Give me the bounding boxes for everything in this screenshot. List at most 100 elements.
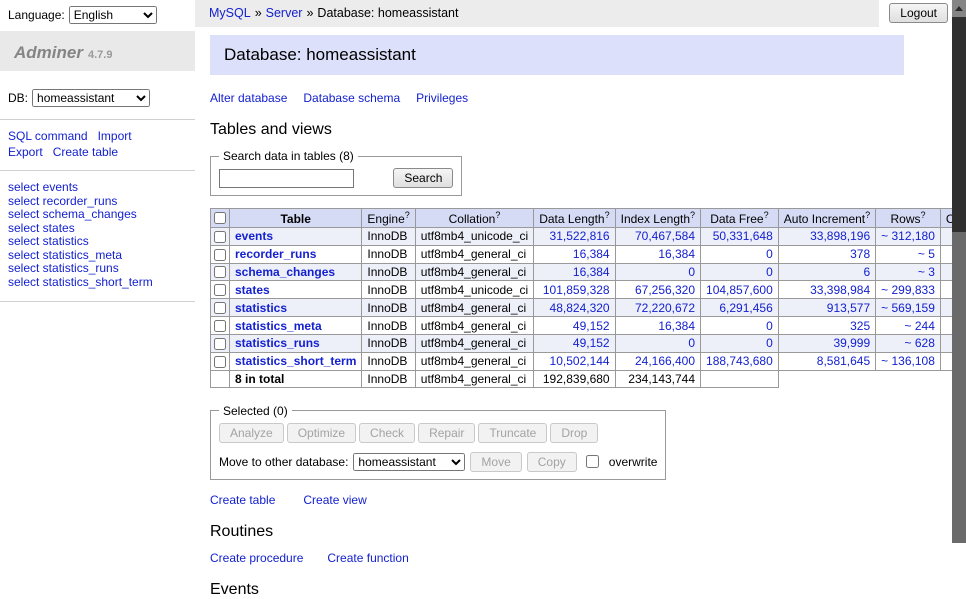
data-length-link[interactable]: 101,859,328 bbox=[543, 283, 610, 297]
table-name-link[interactable]: statistics_short_term bbox=[235, 354, 356, 368]
scrollbar-thumb[interactable] bbox=[952, 17, 966, 232]
table-name-link[interactable]: events bbox=[235, 229, 273, 243]
vertical-scrollbar[interactable] bbox=[952, 0, 966, 543]
row-checkbox[interactable] bbox=[214, 338, 226, 350]
data-length-link[interactable]: 10,502,144 bbox=[550, 354, 610, 368]
search-button[interactable]: Search bbox=[393, 168, 453, 188]
breadcrumb-mysql-link[interactable]: MySQL bbox=[209, 6, 251, 20]
sidebar-table-link[interactable]: select statistics_runs bbox=[8, 261, 119, 275]
sql-command-link[interactable]: SQL command bbox=[8, 129, 88, 143]
table-name-link[interactable]: statistics_runs bbox=[235, 336, 320, 350]
auto-increment-link[interactable]: 325 bbox=[850, 319, 870, 333]
export-link[interactable]: Export bbox=[8, 145, 43, 159]
help-link[interactable]: ? bbox=[921, 210, 926, 220]
repair-button[interactable]: Repair bbox=[418, 423, 475, 443]
index-length-link[interactable]: 70,467,584 bbox=[635, 229, 695, 243]
truncate-button[interactable]: Truncate bbox=[478, 423, 547, 443]
help-link[interactable]: ? bbox=[865, 210, 870, 220]
data-free-link[interactable]: 50,331,648 bbox=[713, 229, 773, 243]
index-length-link[interactable]: 67,256,320 bbox=[635, 283, 695, 297]
sidebar-table-link[interactable]: select schema_changes bbox=[8, 207, 137, 221]
help-link[interactable]: ? bbox=[495, 210, 500, 220]
rows-count-link[interactable]: ~ 299,833 bbox=[881, 283, 935, 297]
rows-count-link[interactable]: ~ 628 bbox=[905, 336, 935, 350]
row-checkbox[interactable] bbox=[214, 266, 226, 278]
check-button[interactable]: Check bbox=[359, 423, 415, 443]
copy-button[interactable]: Copy bbox=[527, 452, 577, 472]
table-name-link[interactable]: statistics_meta bbox=[235, 319, 322, 333]
rows-count-link[interactable]: ~ 136,108 bbox=[881, 354, 935, 368]
auto-increment-link[interactable]: 378 bbox=[850, 247, 870, 261]
alter-database-link[interactable]: Alter database bbox=[210, 91, 287, 105]
data-free-link[interactable]: 6,291,456 bbox=[719, 301, 772, 315]
index-length-link[interactable]: 0 bbox=[688, 265, 695, 279]
database-schema-link[interactable]: Database schema bbox=[303, 91, 400, 105]
language-select[interactable]: English bbox=[69, 6, 157, 24]
auto-increment-link[interactable]: 33,898,196 bbox=[810, 229, 870, 243]
table-name-link[interactable]: recorder_runs bbox=[235, 247, 316, 261]
create-table-link-sidebar[interactable]: Create table bbox=[53, 145, 118, 159]
auto-increment-link[interactable]: 8,581,645 bbox=[817, 354, 870, 368]
create-procedure-link[interactable]: Create procedure bbox=[210, 551, 303, 565]
data-free-link[interactable]: 0 bbox=[766, 247, 773, 261]
auto-increment-link[interactable]: 33,398,984 bbox=[810, 283, 870, 297]
overwrite-checkbox[interactable] bbox=[586, 455, 599, 468]
rows-count-link[interactable]: ~ 569,159 bbox=[881, 301, 935, 315]
help-link[interactable]: ? bbox=[690, 210, 695, 220]
data-free-link[interactable]: 0 bbox=[766, 336, 773, 350]
table-name-link[interactable]: states bbox=[235, 283, 270, 297]
rows-count-link[interactable]: ~ 3 bbox=[918, 265, 935, 279]
row-checkbox[interactable] bbox=[214, 249, 226, 261]
import-link[interactable]: Import bbox=[98, 129, 132, 143]
rows-count-link[interactable]: ~ 312,180 bbox=[881, 229, 935, 243]
logout-button[interactable]: Logout bbox=[889, 3, 948, 23]
data-free-link[interactable]: 0 bbox=[766, 319, 773, 333]
table-name-link[interactable]: statistics bbox=[235, 301, 287, 315]
help-link[interactable]: ? bbox=[764, 210, 769, 220]
scrollbar-up-button[interactable] bbox=[952, 0, 966, 17]
auto-increment-link[interactable]: 39,999 bbox=[833, 336, 870, 350]
move-database-select[interactable]: homeassistant bbox=[353, 453, 465, 471]
analyze-button[interactable]: Analyze bbox=[219, 423, 284, 443]
sidebar-table-link[interactable]: select statistics bbox=[8, 234, 89, 248]
create-view-link[interactable]: Create view bbox=[303, 493, 366, 507]
data-length-link[interactable]: 49,152 bbox=[573, 319, 610, 333]
data-length-link[interactable]: 16,384 bbox=[573, 247, 610, 261]
auto-increment-link[interactable]: 6 bbox=[863, 265, 870, 279]
help-link[interactable]: ? bbox=[605, 210, 610, 220]
optimize-button[interactable]: Optimize bbox=[287, 423, 356, 443]
data-length-link[interactable]: 16,384 bbox=[573, 265, 610, 279]
data-length-link[interactable]: 48,824,320 bbox=[550, 301, 610, 315]
data-free-link[interactable]: 188,743,680 bbox=[706, 354, 773, 368]
data-free-link[interactable]: 0 bbox=[766, 265, 773, 279]
row-checkbox[interactable] bbox=[214, 284, 226, 296]
privileges-link[interactable]: Privileges bbox=[416, 91, 468, 105]
index-length-link[interactable]: 72,220,672 bbox=[635, 301, 695, 315]
auto-increment-link[interactable]: 913,577 bbox=[827, 301, 870, 315]
sidebar-table-link[interactable]: select statistics_meta bbox=[8, 248, 122, 262]
search-input[interactable] bbox=[219, 169, 354, 188]
db-select[interactable]: homeassistant bbox=[32, 89, 150, 107]
create-table-link[interactable]: Create table bbox=[210, 493, 275, 507]
sidebar-table-link[interactable]: select recorder_runs bbox=[8, 194, 117, 208]
help-link[interactable]: ? bbox=[405, 210, 410, 220]
index-length-link[interactable]: 16,384 bbox=[658, 247, 695, 261]
move-button[interactable]: Move bbox=[470, 452, 521, 472]
drop-button[interactable]: Drop bbox=[550, 423, 598, 443]
index-length-link[interactable]: 16,384 bbox=[658, 319, 695, 333]
create-function-link[interactable]: Create function bbox=[327, 551, 408, 565]
index-length-link[interactable]: 0 bbox=[688, 336, 695, 350]
row-checkbox[interactable] bbox=[214, 302, 226, 314]
row-checkbox[interactable] bbox=[214, 356, 226, 368]
sidebar-table-link[interactable]: select statistics_short_term bbox=[8, 275, 153, 289]
data-length-link[interactable]: 49,152 bbox=[573, 336, 610, 350]
index-length-link[interactable]: 24,166,400 bbox=[635, 354, 695, 368]
sidebar-table-link[interactable]: select states bbox=[8, 221, 75, 235]
data-length-link[interactable]: 31,522,816 bbox=[550, 229, 610, 243]
rows-count-link[interactable]: ~ 244 bbox=[905, 319, 935, 333]
row-checkbox[interactable] bbox=[214, 231, 226, 243]
select-all-checkbox[interactable] bbox=[214, 212, 226, 224]
data-free-link[interactable]: 104,857,600 bbox=[706, 283, 773, 297]
table-name-link[interactable]: schema_changes bbox=[235, 265, 335, 279]
rows-count-link[interactable]: ~ 5 bbox=[918, 247, 935, 261]
